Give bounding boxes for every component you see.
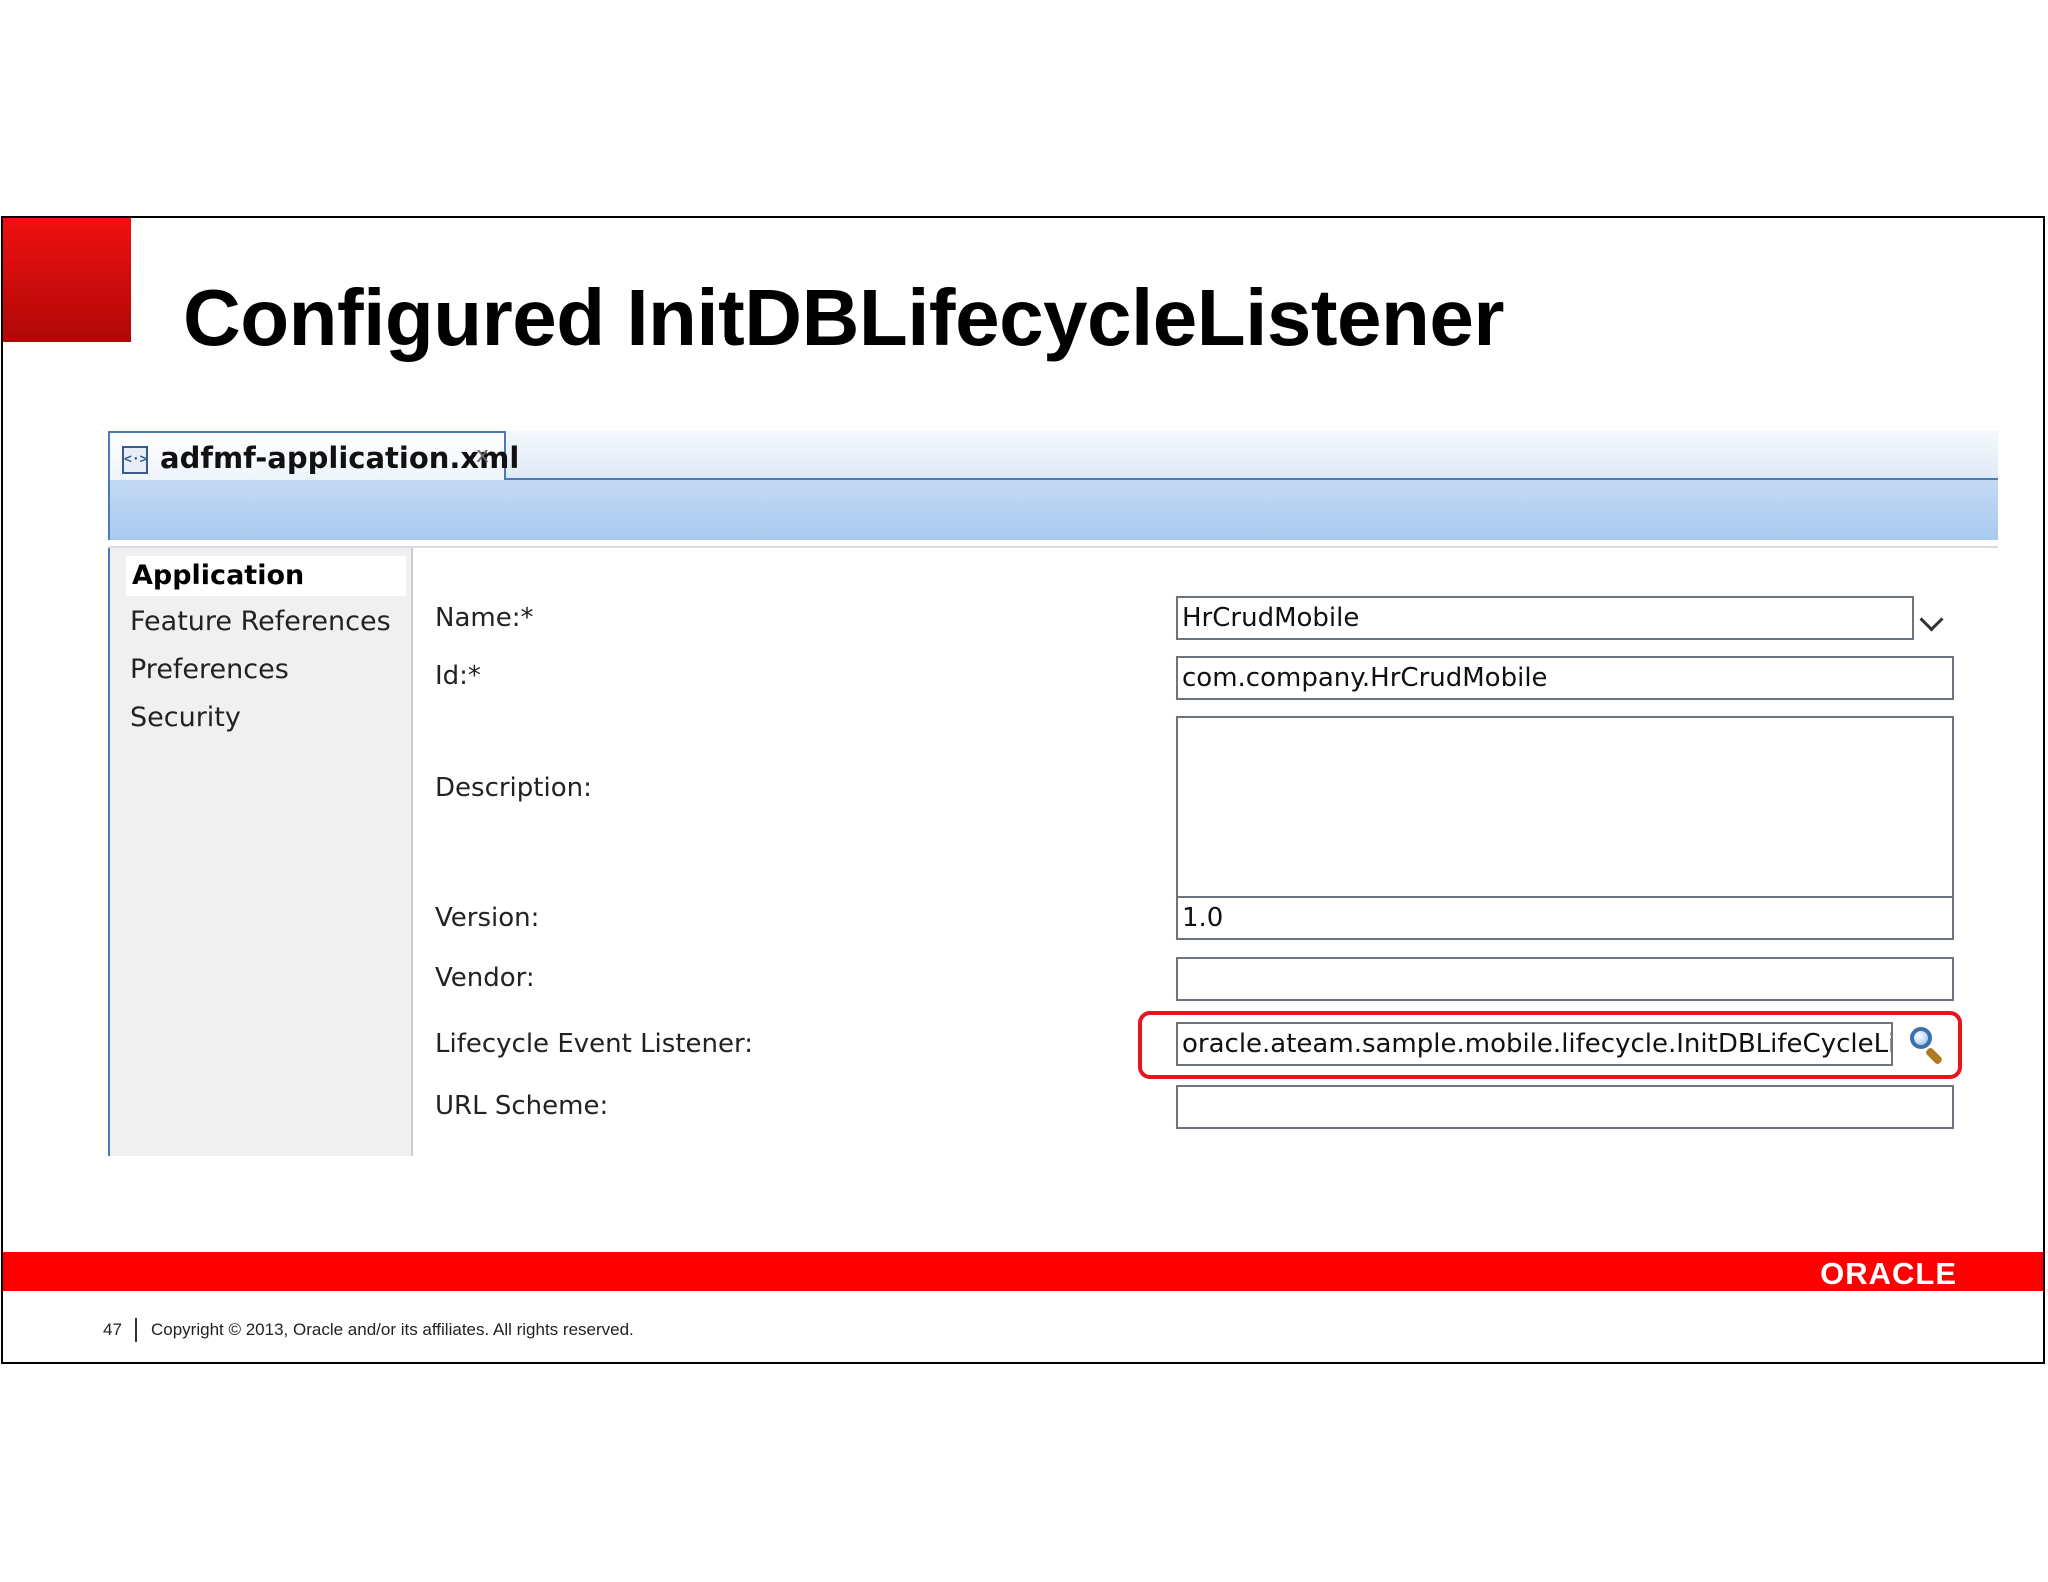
copyright: Copyright © 2013, Oracle and/or its affi…	[151, 1320, 634, 1339]
sidebar-item-preferences[interactable]: Preferences	[130, 654, 289, 685]
footer-bar: ORACLE	[3, 1252, 2043, 1291]
version-field[interactable]: 1.0	[1176, 896, 1954, 940]
sidebar-item-feature-references[interactable]: Feature References	[130, 606, 391, 637]
name-label: Name:*	[435, 603, 534, 633]
vendor-field[interactable]	[1176, 957, 1954, 1001]
footer-separator	[135, 1318, 137, 1342]
lifecycle-listener-field[interactable]: oracle.ateam.sample.mobile.lifecycle.Ini…	[1176, 1022, 1893, 1066]
url-scheme-label: URL Scheme:	[435, 1091, 609, 1121]
sidebar-item-security[interactable]: Security	[130, 702, 241, 733]
description-label: Description:	[435, 773, 592, 803]
magnifier-handle	[1924, 1046, 1944, 1066]
vendor-label: Vendor:	[435, 963, 535, 993]
tab-label: adfmf-application.xml	[160, 441, 520, 475]
header-red-block	[3, 218, 131, 342]
close-icon[interactable]: x	[476, 443, 489, 468]
page-number: 47	[103, 1320, 122, 1339]
magnifier-lens	[1910, 1027, 1932, 1049]
name-field[interactable]: HrCrudMobile	[1176, 596, 1914, 640]
tab-adfmf-application[interactable]: <·> adfmf-application.xml x	[108, 431, 519, 480]
chevron-down-icon[interactable]	[1919, 607, 1944, 632]
lifecycle-label: Lifecycle Event Listener:	[435, 1029, 753, 1059]
description-textarea[interactable]	[1176, 716, 1954, 902]
slide: Configured InitDBLifecycleListener <·> a…	[1, 216, 2045, 1364]
id-label: Id:*	[435, 661, 481, 691]
editor-toolbar-band	[108, 480, 1998, 540]
magnifier-icon[interactable]	[1910, 1027, 1944, 1066]
version-label: Version:	[435, 903, 540, 933]
id-field[interactable]: com.company.HrCrudMobile	[1176, 656, 1954, 700]
slide-title: Configured InitDBLifecycleListener	[183, 273, 1504, 362]
url-scheme-field[interactable]	[1176, 1085, 1954, 1129]
sidebar-item-application[interactable]: Application	[126, 556, 406, 596]
editor-tab-strip: <·> adfmf-application.xml x	[108, 431, 1998, 480]
oracle-logo: ORACLE	[1820, 1256, 1957, 1291]
xml-file-icon: <·>	[122, 446, 148, 474]
sidebar: Application Feature References Preferenc…	[108, 548, 413, 1156]
editor-screenshot: <·> adfmf-application.xml x Application …	[108, 431, 1998, 1156]
